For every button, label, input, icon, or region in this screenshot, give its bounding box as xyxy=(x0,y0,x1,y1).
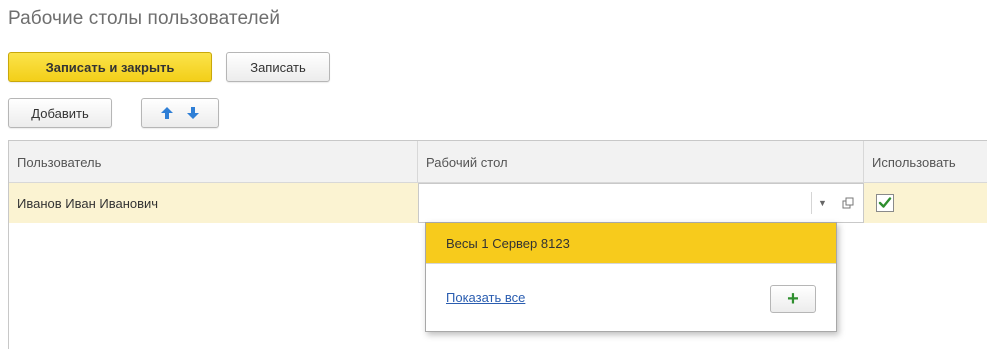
move-buttons-group xyxy=(141,98,219,128)
checkmark-icon xyxy=(878,197,892,208)
desktop-field[interactable]: ▼ xyxy=(418,183,864,223)
move-up-button[interactable] xyxy=(159,105,175,121)
add-button[interactable]: Добавить xyxy=(8,98,112,128)
open-window-icon xyxy=(842,197,854,209)
show-all-link[interactable]: Показать все xyxy=(446,290,525,305)
dropdown-button[interactable]: ▼ xyxy=(811,192,833,214)
arrow-up-icon xyxy=(161,107,173,119)
save-button[interactable]: Записать xyxy=(226,52,330,82)
plus-icon: + xyxy=(787,287,799,310)
table-header: Пользователь Рабочий стол Использовать xyxy=(9,141,987,183)
add-new-button[interactable]: + xyxy=(770,285,816,313)
column-header-use[interactable]: Использовать xyxy=(864,141,987,183)
save-and-close-button[interactable]: Записать и закрыть xyxy=(8,52,212,82)
arrow-down-icon xyxy=(187,107,199,119)
use-cell xyxy=(864,183,987,223)
desktop-dropdown-list: Весы 1 Сервер 8123 Показать все + xyxy=(425,222,837,332)
use-checkbox[interactable] xyxy=(876,194,894,212)
table-row[interactable]: Иванов Иван Иванович ▼ xyxy=(9,183,987,223)
chevron-down-icon: ▼ xyxy=(818,198,827,208)
open-button[interactable] xyxy=(837,192,859,214)
move-down-button[interactable] xyxy=(185,105,201,121)
user-cell[interactable]: Иванов Иван Иванович xyxy=(9,183,418,223)
form-page: Рабочие столы пользователей Записать и з… xyxy=(0,0,987,349)
column-header-desktop[interactable]: Рабочий стол xyxy=(418,141,864,183)
dropdown-divider xyxy=(426,263,836,264)
dropdown-option[interactable]: Весы 1 Сервер 8123 xyxy=(426,223,836,263)
column-header-user[interactable]: Пользователь xyxy=(9,141,418,183)
page-title: Рабочие столы пользователей xyxy=(8,8,281,29)
